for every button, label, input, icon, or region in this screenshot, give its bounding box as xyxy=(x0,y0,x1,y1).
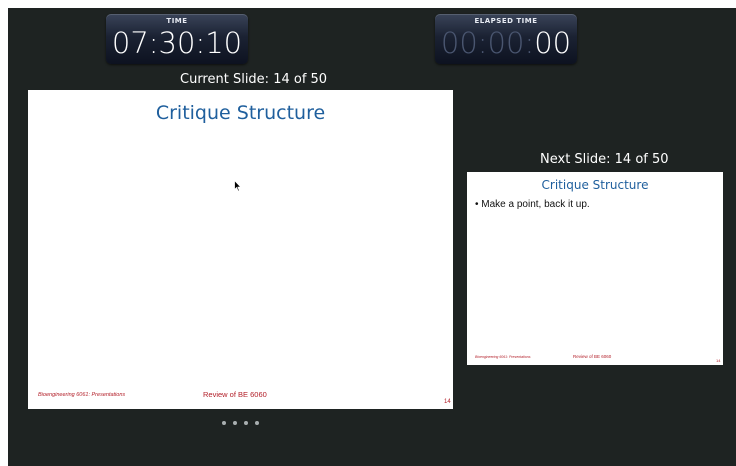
elapsed-time-seconds: 00 xyxy=(534,26,572,60)
dot-icon[interactable] xyxy=(244,421,248,425)
next-slide-caption: Next Slide: 14 of 50 xyxy=(540,152,669,167)
time-label: TIME xyxy=(166,17,188,25)
elapsed-time-value: 00:00:00 xyxy=(435,28,577,58)
elapsed-time-clock[interactable]: ELAPSED TIME 00:00:00 xyxy=(435,14,577,64)
next-slide-footer-center: Review of BE 6060 xyxy=(573,354,612,359)
mouse-pointer-icon xyxy=(234,180,242,192)
dot-icon[interactable] xyxy=(255,421,259,425)
current-slide-footer-left: Bioengineering 6061: Presentations xyxy=(38,392,126,398)
elapsed-time-label: ELAPSED TIME xyxy=(474,17,538,25)
next-slide-footer-left: Bioengineering 6061: Presentations xyxy=(475,355,531,359)
next-slide-number: 14 xyxy=(716,358,721,363)
dot-icon[interactable] xyxy=(222,421,226,425)
next-slide-title: Critique Structure xyxy=(541,178,649,192)
time-clock: TIME 07:30:10 xyxy=(106,14,248,64)
time-value: 07:30:10 xyxy=(111,26,243,60)
dot-icon[interactable] xyxy=(233,421,237,425)
current-slide[interactable]: Critique Structure Bioengineering 6061: … xyxy=(28,90,453,409)
current-slide-number: 14 xyxy=(444,399,451,405)
current-slide-footer-center: Review of BE 6060 xyxy=(203,390,267,399)
slide-navigation-dots[interactable] xyxy=(222,412,266,430)
next-slide[interactable]: Critique Structure • Make a point, back … xyxy=(467,172,723,365)
current-slide-title: Critique Structure xyxy=(155,102,326,124)
elapsed-time-dim-part: 00:00: xyxy=(440,26,535,60)
current-slide-caption: Current Slide: 14 of 50 xyxy=(180,72,328,87)
next-slide-bullet: • Make a point, back it up. xyxy=(475,199,590,210)
